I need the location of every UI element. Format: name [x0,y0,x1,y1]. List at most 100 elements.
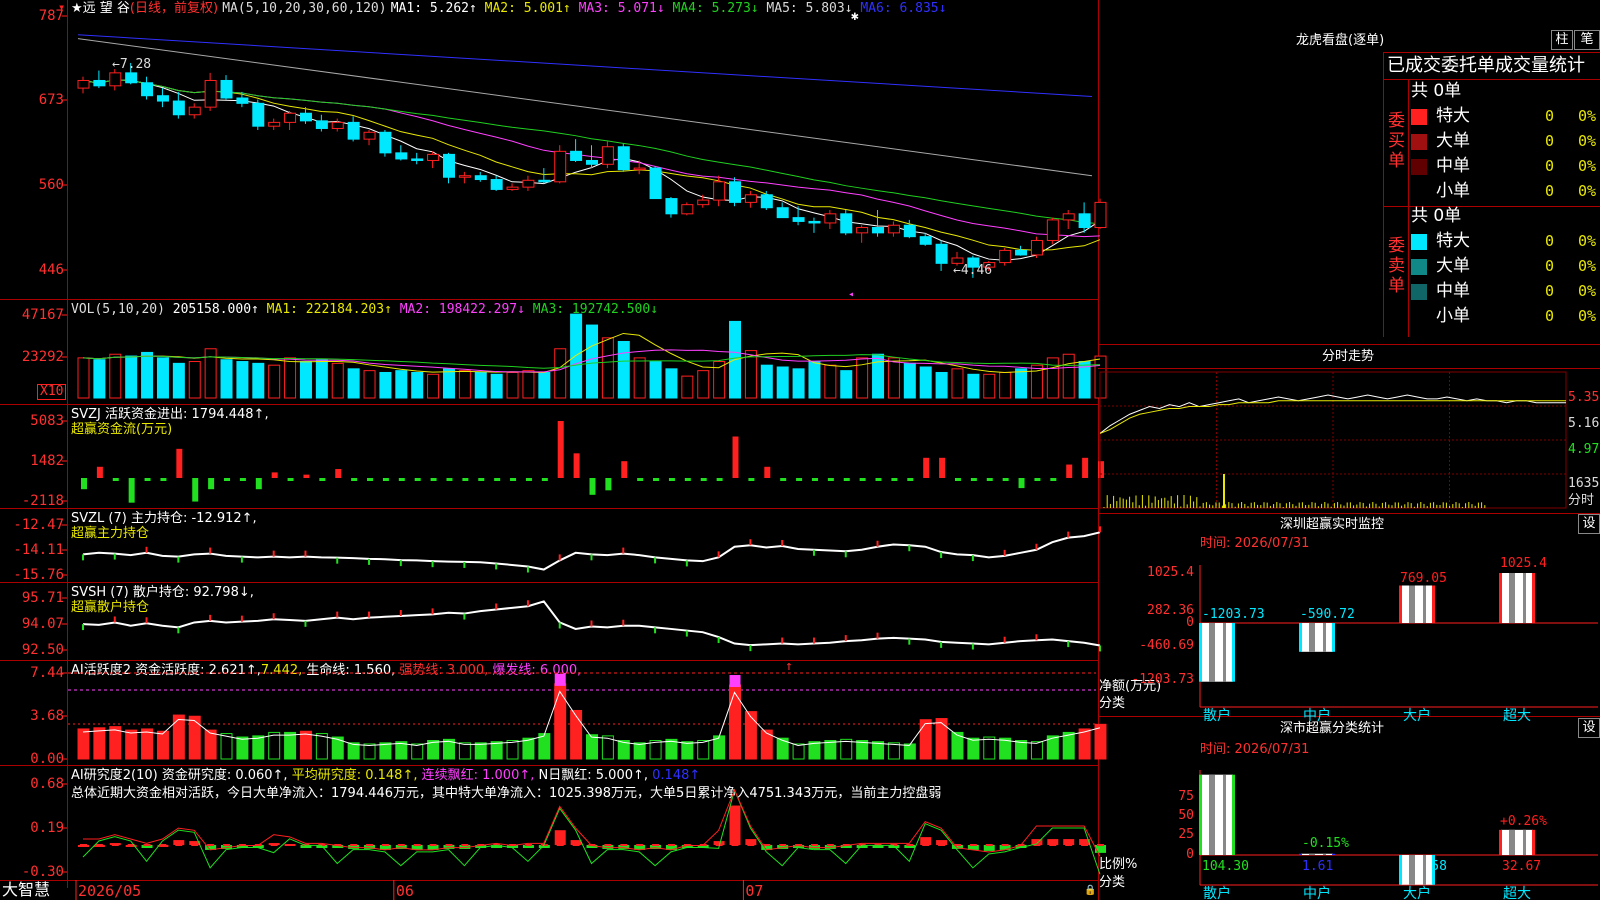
volume-bar [999,371,1012,399]
activity-peak [729,675,741,688]
activity-bar [236,736,249,760]
activity-bar [284,731,297,760]
flow-bar [430,478,437,481]
sell-row-value: 0 [1545,232,1555,250]
candle [204,79,217,108]
activity-bar [1062,731,1075,760]
candle [331,121,344,129]
tab-tick[interactable]: 笔 [1574,30,1600,50]
szcy-bar [1199,623,1235,682]
volume-bar [586,324,598,399]
candle [903,224,916,238]
flow-bar [811,478,818,481]
szcy-bar [1499,573,1535,623]
sell-total: 共 0单 [1411,206,1462,226]
volume-bar [284,357,297,399]
activity-bar [856,740,869,760]
flow-bar [398,478,405,481]
flow-bar [827,478,834,481]
activity-bar [156,730,169,760]
candle [522,179,535,188]
flow-bar [684,478,691,481]
volume-bar [935,371,948,399]
flow-bar [954,478,961,481]
volume-bar [315,359,328,399]
scfl-bar-shade [1209,774,1215,855]
chart-canvas [62,15,1107,900]
y-tick-label: 47167 [21,307,64,323]
date-label: 2026/05 [78,882,142,900]
buy-row-value: 0 [1545,132,1555,150]
volume-bar [395,370,408,399]
flow-bar [557,421,564,478]
flow-bar [907,478,914,481]
flow-bar [208,478,215,490]
tab-bar-chart[interactable]: 柱 [1551,30,1573,50]
buy-row-name: 特大 [1436,106,1470,126]
candle [792,217,805,222]
y-tick-label: 446 [38,262,64,278]
buy-row-pct: 0% [1578,132,1597,150]
flow-bar [637,478,644,481]
scfl-settings-button[interactable]: 设 [1578,718,1600,738]
activity-bar [983,736,996,760]
candle [156,95,169,102]
activity-bar [586,734,598,760]
fszs-price-line [1099,394,1566,434]
flow-bar [621,461,628,478]
flow-bar [1034,478,1041,481]
scfl-y-tick: 25 [1178,827,1194,842]
volume-bar [554,348,567,399]
y-tick-label: 0.00 [30,751,64,767]
candle [315,120,328,129]
date-label: 07 [745,882,764,900]
fszs-frame [1099,371,1567,509]
volume-bar [649,361,662,399]
panel-divider [1098,0,1099,900]
candle [172,100,185,116]
buy-row-pct: 0% [1578,182,1597,200]
szcy-value-label: -1203.73 [1202,607,1265,622]
szcy-bar-edge [1432,585,1435,623]
buy-total: 共 0单 [1411,81,1462,101]
volume-bar [872,353,885,399]
activity-bar [522,737,535,760]
scfl-bar-shade [1523,829,1526,855]
flow-bar [446,478,453,481]
activity-bar [172,714,185,760]
activity-bar [77,728,90,760]
sell-row-value: 0 [1545,257,1555,275]
activity-bar [363,743,376,760]
research-bar [554,830,566,845]
scfl-bar-edge [1232,774,1235,855]
sell-side-label: 委 [1388,236,1405,256]
volume-bar [1062,353,1075,399]
scfl-value-label: 1.61 [1302,859,1334,874]
szcy-settings-button[interactable]: 设 [1578,514,1600,534]
scfl-x-label: 超大 [1503,886,1531,900]
lhkp-border [1383,52,1600,53]
candle [665,198,678,215]
sell-swatch [1411,284,1427,300]
candle [395,152,408,160]
flow-bar [112,478,119,481]
candle [617,146,630,171]
scfl-bar-edge [1532,829,1535,855]
szcy-bar-shade [1423,585,1426,623]
volume-bar [951,368,964,399]
szcy-value-label: -590.72 [1300,607,1355,622]
scfl-xlabel: 分类 [1099,875,1126,890]
volume-bar [77,357,90,399]
y-tick-label: 787 [38,8,64,24]
lhkp-border [1408,80,1409,337]
activity-bar [1015,740,1028,760]
activity-bar [379,742,392,760]
flow-bar [573,453,580,478]
activity-bar [729,684,742,760]
buy-side-label: 委 [1388,111,1405,131]
volume-bar [331,362,344,399]
sell-row-pct: 0% [1578,282,1597,300]
activity-bar [458,742,471,760]
scfl-x-label: 中户 [1303,886,1331,900]
volume-bar [93,359,106,399]
